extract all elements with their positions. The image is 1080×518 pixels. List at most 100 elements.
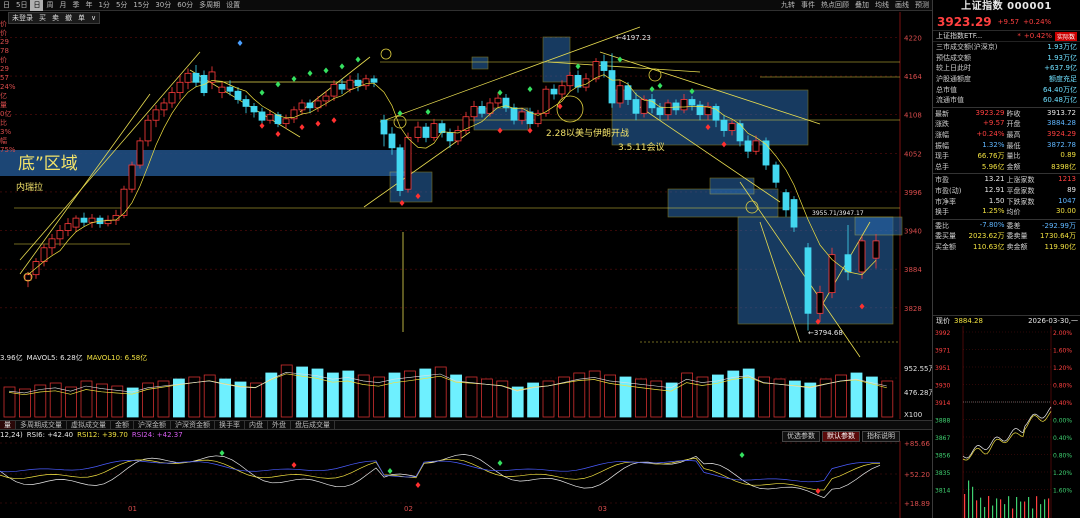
candle[interactable]	[414, 126, 422, 138]
tool-tab[interactable]: 画线	[892, 0, 912, 11]
candle[interactable]	[772, 164, 780, 183]
candle[interactable]	[574, 74, 582, 88]
candle[interactable]	[72, 217, 80, 228]
candle[interactable]	[872, 240, 880, 259]
candle[interactable]	[744, 140, 752, 152]
kline-chart[interactable]: 4220 4164 4108 4052 3996 3940 3884 3828 底”区域 内瑞拉 ←…	[0, 12, 932, 364]
candle[interactable]	[330, 83, 338, 97]
candle[interactable]	[184, 72, 192, 83]
volume-bar[interactable]	[18, 388, 31, 418]
volume-bar[interactable]	[804, 382, 817, 418]
candle[interactable]	[80, 217, 88, 223]
candle[interactable]	[218, 86, 226, 94]
period-tab[interactable]: 30分	[152, 0, 174, 11]
period-tab[interactable]: 季	[69, 0, 82, 11]
candle[interactable]	[558, 85, 566, 95]
candle[interactable]	[486, 102, 494, 114]
period-tab[interactable]: 60分	[174, 0, 196, 11]
volume-bar[interactable]	[573, 372, 586, 418]
candle[interactable]	[804, 247, 812, 314]
period-tab[interactable]: 5分	[113, 0, 130, 11]
candle[interactable]	[258, 111, 266, 121]
candle[interactable]	[380, 119, 388, 135]
candle[interactable]	[160, 102, 168, 111]
candle[interactable]	[790, 199, 798, 228]
indicator-tab[interactable]: 金额	[111, 421, 134, 429]
candle[interactable]	[64, 223, 72, 231]
candle[interactable]	[828, 254, 836, 294]
period-tab[interactable]: 日	[30, 0, 44, 11]
candle[interactable]	[438, 123, 446, 134]
candle[interactable]	[592, 61, 600, 80]
volume-bar[interactable]	[126, 387, 139, 418]
rsi-chart[interactable]: +85.66 +52.20 +18.89 01 02 03	[0, 441, 932, 518]
candle[interactable]	[688, 99, 696, 106]
candle[interactable]	[120, 188, 128, 216]
intraday-chart[interactable]: 3992 2.00% 3971 1.60% 3951 1.20% 3930 0.80% 3914…	[933, 326, 1080, 518]
volume-bar[interactable]	[373, 376, 386, 418]
candle[interactable]	[136, 140, 144, 166]
etf-badge[interactable]: 实际数	[1054, 31, 1077, 41]
indicator-tab[interactable]: 内盘	[245, 421, 268, 429]
indicator-tab[interactable]: 外盘	[268, 421, 291, 429]
tool-tab[interactable]: 均线	[872, 0, 892, 11]
volume-bar[interactable]	[311, 368, 324, 418]
candle[interactable]	[322, 95, 330, 102]
candle[interactable]	[656, 107, 664, 116]
candle[interactable]	[234, 90, 242, 100]
candle[interactable]	[338, 83, 346, 90]
candle[interactable]	[176, 81, 184, 94]
trade-button[interactable]: 单	[75, 13, 88, 23]
indicator-tab[interactable]: 虚拟成交量	[67, 421, 111, 429]
period-tab[interactable]: 多周期	[196, 0, 223, 11]
candle[interactable]	[282, 118, 290, 125]
volume-bar[interactable]	[881, 380, 894, 418]
candle[interactable]	[88, 217, 96, 223]
candle[interactable]	[510, 107, 518, 121]
candle[interactable]	[200, 74, 208, 94]
candle[interactable]	[600, 61, 608, 71]
candle[interactable]	[242, 99, 250, 107]
candle[interactable]	[632, 99, 640, 114]
candle[interactable]	[168, 92, 176, 104]
candle[interactable]	[128, 164, 136, 190]
volume-bar[interactable]	[326, 372, 339, 418]
tool-tab[interactable]: 九转	[778, 0, 798, 11]
etf-row[interactable]: 上证指数ETF... * +0.42% 实际数	[933, 31, 1080, 42]
candle[interactable]	[152, 109, 160, 121]
indicator-tab[interactable]: 多周期成交量	[16, 421, 67, 429]
candle[interactable]	[226, 86, 234, 92]
period-tab[interactable]: 5日	[13, 0, 30, 11]
candle[interactable]	[752, 140, 760, 152]
candle[interactable]	[470, 106, 478, 118]
tool-tab[interactable]: 热点回顾	[818, 0, 852, 11]
candle[interactable]	[680, 99, 688, 111]
candle[interactable]	[56, 230, 64, 240]
trade-button[interactable]: 卖	[49, 13, 62, 23]
candle[interactable]	[250, 106, 258, 113]
candle[interactable]	[720, 119, 728, 131]
candle[interactable]	[404, 137, 412, 190]
candle[interactable]	[518, 111, 526, 121]
candle[interactable]	[430, 123, 438, 138]
period-tab[interactable]: 月	[56, 0, 69, 11]
volume-bar[interactable]	[511, 386, 524, 418]
candle[interactable]	[396, 147, 404, 191]
candle[interactable]	[494, 97, 502, 104]
trade-button[interactable]: 未登录	[9, 13, 36, 23]
tool-tab[interactable]: 预测	[912, 0, 932, 11]
candle[interactable]	[192, 72, 200, 83]
volume-bar[interactable]	[80, 380, 93, 418]
candle[interactable]	[608, 70, 616, 104]
indicator-tab[interactable]: 换手率	[215, 421, 245, 429]
candle[interactable]	[354, 79, 362, 87]
candle[interactable]	[566, 74, 574, 87]
candle[interactable]	[24, 274, 32, 281]
candle[interactable]	[306, 102, 314, 109]
candle[interactable]	[816, 292, 824, 314]
candle[interactable]	[48, 238, 56, 249]
candle[interactable]	[370, 78, 378, 83]
candle[interactable]	[446, 132, 454, 142]
period-tab[interactable]: 周	[43, 0, 56, 11]
volume-bar[interactable]	[696, 376, 709, 418]
